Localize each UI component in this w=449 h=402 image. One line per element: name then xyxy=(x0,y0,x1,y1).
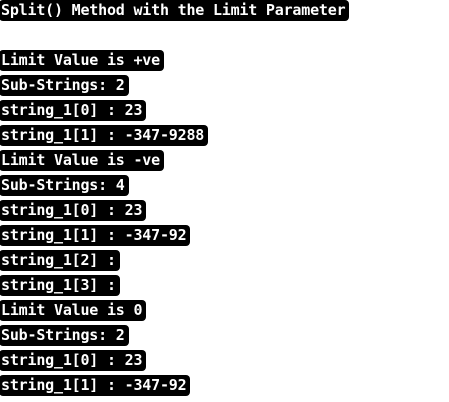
output-line: string_1[3] : xyxy=(0,276,119,296)
output-line: string_1[1] : -347-92 xyxy=(0,376,190,396)
output-line-limit-zero: Limit Value is 0 xyxy=(0,301,146,321)
output-line-substrings: Sub-Strings: 2 xyxy=(0,76,128,96)
output-line: string_1[1] : -347-92 xyxy=(0,226,190,246)
output-line: string_1[0] : 23 xyxy=(0,101,146,121)
output-line: string_1[2] : xyxy=(0,251,119,271)
output-line: string_1[0] : 23 xyxy=(0,201,146,221)
output-line-substrings: Sub-Strings: 4 xyxy=(0,176,128,196)
output-line-limit-pos: Limit Value is +ve xyxy=(0,51,163,71)
output-line: string_1[1] : -347-9288 xyxy=(0,126,208,146)
output-line-substrings: Sub-Strings: 2 xyxy=(0,326,128,346)
output-line-limit-neg: Limit Value is -ve xyxy=(0,151,163,171)
output-line: string_1[0] : 23 xyxy=(0,351,146,371)
output-heading: Split() Method with the Limit Parameter xyxy=(0,1,349,21)
console-output: Split() Method with the Limit Parameter … xyxy=(0,0,449,402)
